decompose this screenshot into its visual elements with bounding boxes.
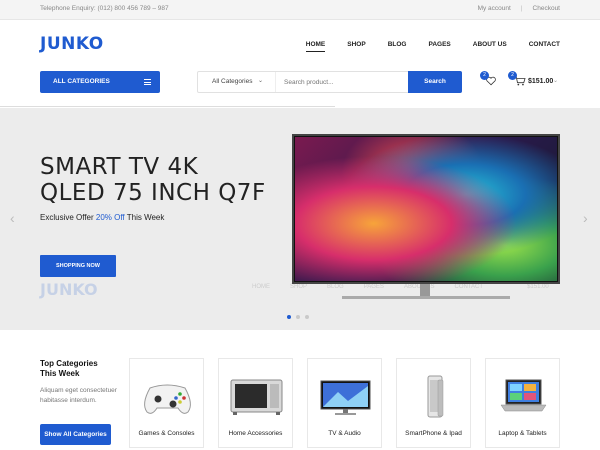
slider-dot-3[interactable] [305,315,309,319]
ghost-nav-item: PAGES [363,284,384,290]
category-label: Home Accessories [228,430,283,437]
chevron-down-icon[interactable]: ⌄ [553,77,558,84]
laptop-icon [500,379,547,412]
slider-dot-1[interactable] [287,315,291,319]
smartphone-icon [427,375,444,418]
tv-base [342,296,510,299]
shopping-now-button[interactable]: SHOPPING NOW [40,255,116,277]
nav-blog[interactable]: BLOG [388,41,407,52]
top-links-separator: | [520,5,523,12]
tv-screen [295,137,557,281]
category-card-smartphone[interactable]: SmartPhone & Ipad [396,358,471,448]
ghost-nav-item: CONTACT [454,284,484,290]
hero-slider: ‹ › SMART TV 4K QLED 75 INCH Q7F Exclusi… [0,108,600,330]
categories-heading-line1: Top Categories [40,359,98,368]
cart-total[interactable]: $151.00 [528,78,553,85]
tv-image [292,134,560,284]
nav-contact[interactable]: CONTACT [529,41,560,52]
chevron-right-icon[interactable]: › [583,210,588,226]
hero-ghost-logo: JUNKO [40,280,98,299]
category-label: Laptop & Tablets [498,430,547,437]
category-card-games[interactable]: Games & Consoles [129,358,204,448]
offer-suffix: This Week [126,213,165,222]
offer-prefix: Exclusive Offer [40,213,94,222]
nav-home[interactable]: HOME [305,41,325,52]
header-divider [0,106,335,107]
my-account-link[interactable]: My account [478,5,511,12]
site-logo[interactable]: JUNKO [40,34,104,54]
chevron-down-icon: ⌄ [257,78,263,84]
tv-stand [420,284,430,296]
hero-ghost-nav: HOME SHOP BLOG PAGES ABOUT US CONTACT $151.00 [252,284,569,290]
nav-about-us[interactable]: ABOUT US [473,41,507,52]
cart-count-badge: 2 [508,71,517,80]
category-label: SmartPhone & Ipad [405,430,462,437]
categories-description: Aliquam eget consectetuer habitasse inte… [40,387,117,404]
search-input[interactable] [276,72,408,92]
category-select[interactable]: All Categories ⌄ [198,72,276,92]
category-label: Games & Consoles [138,430,195,437]
offer-highlight: 20% Off [95,213,125,222]
slider-dots [287,315,309,319]
category-select-value: All Categories [212,78,253,85]
category-card-home[interactable]: Home Accessories [218,358,293,448]
nav-pages[interactable]: PAGES [428,41,450,52]
top-bar: Telephone Enquiry: (012) 800 456 789 – 9… [0,0,600,20]
categories-heading-line2: This Week [40,369,80,378]
tv-icon [320,380,371,415]
category-card-tv[interactable]: TV & Audio [307,358,382,448]
slider-dot-2[interactable] [296,315,300,319]
phone-enquiry: Telephone Enquiry: (012) 800 456 789 – 9… [40,5,169,12]
hero-title-line2: QLED 75 INCH Q7F [40,180,266,206]
category-card-laptop[interactable]: Laptop & Tablets [485,358,560,448]
ghost-nav-item: BLOG [327,284,344,290]
category-label: TV & Audio [328,430,361,437]
show-all-categories-button[interactable]: Show All Categories [40,424,111,445]
checkout-link[interactable]: Checkout [533,5,560,12]
top-links: My account | Checkout [478,5,560,12]
ghost-cart-total: $151.00 [527,284,549,290]
ghost-nav-item: HOME [252,284,270,290]
search-button[interactable]: Search [408,71,462,93]
menu-icon [144,79,151,87]
nav-shop[interactable]: SHOP [347,41,365,52]
main-nav: HOME SHOP BLOG PAGES ABOUT US CONTACT [284,41,560,52]
hero-title-line1: SMART TV 4K [40,154,199,180]
hero-offer: Exclusive Offer 20% Off This Week [40,213,164,222]
microwave-icon [230,379,283,415]
ghost-nav-item: SHOP [290,284,308,290]
search-bar: All Categories ⌄ Search [197,71,462,93]
chevron-left-icon[interactable]: ‹ [10,210,15,226]
gamepad-icon [144,384,191,414]
all-categories-label: ALL CATEGORIES [53,78,110,85]
wishlist-count-badge: 2 [480,71,489,80]
all-categories-button[interactable]: ALL CATEGORIES [40,71,160,93]
